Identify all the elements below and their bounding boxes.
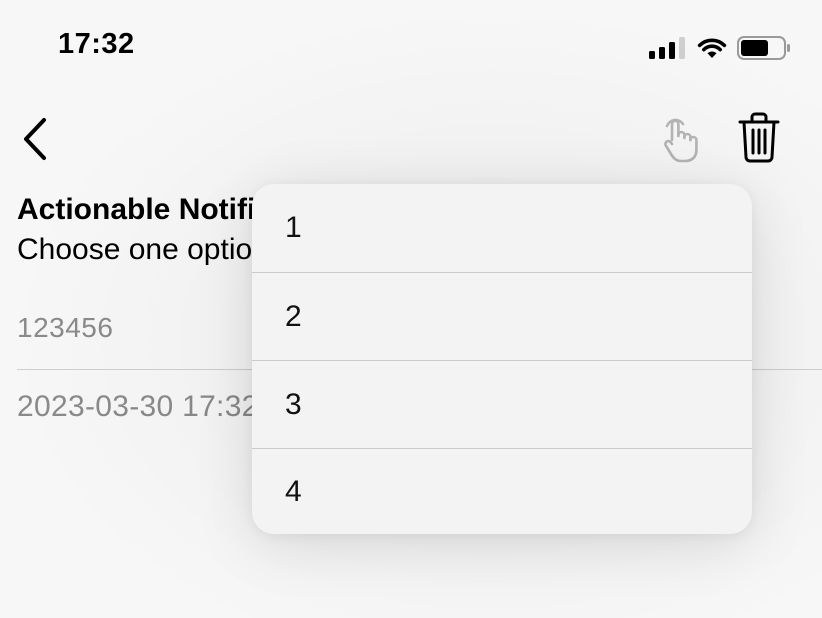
note-subtitle: Choose one option — [17, 233, 269, 266]
menu-option-4[interactable]: 4 — [252, 448, 752, 534]
wifi-icon — [697, 38, 727, 58]
menu-option-3[interactable]: 3 — [252, 360, 752, 448]
menu-option-1[interactable]: 1 — [252, 184, 752, 272]
chevron-left-icon[interactable] — [18, 114, 54, 164]
battery-icon — [737, 36, 790, 60]
tap-gesture-icon[interactable] — [657, 112, 703, 164]
note-date: 2023-03-30 17:32 — [17, 390, 259, 423]
note-id: 123456 — [17, 312, 114, 343]
status-time: 17:32 — [58, 28, 135, 60]
trash-icon[interactable] — [736, 111, 782, 165]
screen: 17:32 Actionable Notification Choose one… — [0, 0, 822, 618]
options-menu: 1 2 3 4 — [252, 184, 752, 534]
menu-option-2[interactable]: 2 — [252, 272, 752, 360]
signal-icon — [649, 37, 685, 59]
